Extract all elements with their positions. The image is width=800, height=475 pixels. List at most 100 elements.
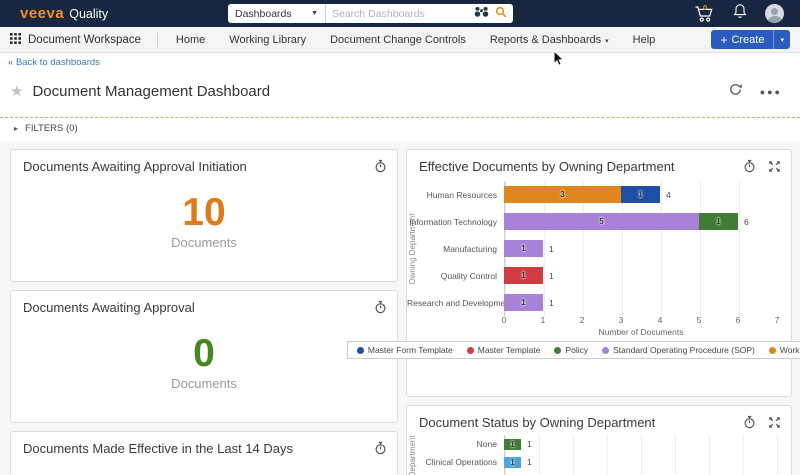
metric-unit: Documents (171, 376, 237, 392)
timer-icon[interactable] (374, 300, 387, 319)
x-tick-label: 5 (696, 315, 702, 326)
legend-dot-icon (602, 346, 610, 354)
legend-label: Policy (565, 345, 589, 356)
chart-row: Clinical Operations 1 1 (407, 453, 791, 471)
bar-total-label: 4 (666, 189, 671, 200)
category-label: Clinical Operations (425, 457, 497, 468)
card-title: Documents Made Effective in the Last 14 … (23, 441, 294, 457)
workspace-label: Document Workspace (28, 33, 141, 46)
legend-item[interactable]: Work Instruction (768, 345, 800, 355)
legend-item[interactable]: Standard Operating Procedure (SOP) (602, 345, 755, 355)
legend-item[interactable]: Master Form Template (356, 345, 453, 355)
chart-row: None 1 1 (407, 435, 791, 453)
bar-segment[interactable]: 1 (621, 186, 660, 204)
search-input[interactable] (326, 7, 474, 20)
dashboard-content: Documents Awaiting Approval Initiation 1… (0, 142, 800, 475)
category-label: Quality Control (440, 270, 497, 281)
nav-item-home[interactable]: Home (176, 34, 205, 46)
category-label: Manufacturing (443, 243, 497, 254)
favorite-star-icon[interactable]: ★ (10, 84, 23, 99)
veeva-wordmark: veeva (20, 5, 65, 22)
search-icon[interactable] (495, 5, 507, 23)
x-tick-label: 7 (774, 315, 780, 326)
global-search-bar: Dashboards ▼ (228, 4, 513, 23)
avatar-head (771, 7, 778, 15)
bar-segment[interactable]: 1 (504, 267, 543, 285)
x-tick-label: 3 (618, 315, 624, 326)
metric-value: 0 (193, 332, 215, 376)
refresh-icon[interactable] (729, 83, 742, 101)
page-title: Document Management Dashboard (32, 83, 271, 101)
more-menu-icon[interactable]: ●●● (760, 87, 782, 97)
cart-count-badge: 0 (703, 3, 708, 12)
chart-row: Human Resources 314 (407, 181, 791, 208)
bar-segment[interactable]: 1 (504, 294, 543, 312)
nav-item-help[interactable]: Help (633, 34, 656, 46)
effective-documents-chart: Owning Department Human Resources 3 1 4 Infor… (407, 181, 791, 339)
bar-segment[interactable]: 1 (504, 240, 543, 258)
timer-icon[interactable] (374, 159, 387, 178)
timer-icon[interactable] (374, 441, 387, 460)
chart-legend: Master Form Template Master Template Polic… (346, 341, 800, 360)
chart-row: Research and Development 1 1 (407, 289, 791, 316)
nav-item-document-change-controls[interactable]: Document Change Controls (330, 34, 466, 46)
legend-label: Standard Operating Procedure (SOP) (613, 345, 755, 356)
x-tick-label: 0 (501, 315, 507, 326)
category-label: None (476, 439, 497, 450)
nav-item-label: Reports & Dashboards (489, 33, 602, 46)
expand-icon[interactable] (768, 160, 781, 178)
back-row: « Back to dashboards (0, 53, 800, 69)
category-label: Human Resources (426, 189, 497, 200)
x-tick-label: 2 (579, 315, 585, 326)
veeva-logo: veeva Quality (20, 5, 108, 22)
nav-item-working-library[interactable]: Working Library (229, 34, 306, 46)
app-window: veeva Quality Dashboards ▼ Search Dashbo… (0, 0, 800, 475)
bar-segment[interactable]: 1 (504, 456, 521, 468)
expand-icon[interactable] (768, 416, 781, 434)
bar-segment[interactable]: 1 (504, 438, 521, 450)
metric-card-awaiting-approval: Documents Awaiting Approval 0 Documents (10, 290, 398, 424)
timer-icon[interactable] (743, 415, 756, 434)
create-dropdown-button[interactable]: ▾ (773, 30, 790, 49)
top-bar: veeva Quality Dashboards ▼ Search Dashbo… (0, 0, 800, 27)
notifications-bell-icon[interactable] (733, 3, 747, 24)
bar-segment[interactable]: 3 (504, 186, 621, 204)
nav-item-reports-dashboards[interactable]: Reports & Dashboards ▾ (490, 34, 609, 46)
document-status-chart: Owning Department None 1 1 Clinical Operatio… (407, 435, 791, 475)
category-label: Information Technology (409, 216, 497, 227)
cart-icon[interactable]: 0 (694, 3, 715, 23)
bar-total-label: 1 (549, 270, 554, 281)
bar-segment[interactable]: 5 (504, 213, 699, 231)
plus-icon: + (720, 32, 728, 47)
search-scope-select[interactable]: Dashboards ▼ (228, 4, 326, 23)
create-split-button: + Create ▾ (711, 30, 790, 49)
timer-icon[interactable] (743, 159, 756, 178)
legend-item[interactable]: Policy (554, 345, 588, 355)
legend-dot-icon (466, 346, 474, 354)
bar-total-label: 1 (527, 457, 532, 468)
legend-label: Master Template (477, 345, 541, 356)
legend-item[interactable]: Master Template (466, 345, 541, 356)
card-title: Documents Awaiting Approval (23, 300, 195, 316)
bar-total-label: 6 (744, 216, 749, 227)
legend-dot-icon (768, 346, 776, 354)
chart-card-document-status: Document Status by Owning Department Own… (406, 405, 792, 475)
binoculars-icon[interactable] (474, 5, 489, 23)
metric-unit: Documents (171, 235, 237, 251)
user-avatar[interactable] (765, 4, 784, 23)
chevron-down-icon: ▼ (311, 10, 318, 17)
app-grid-icon[interactable] (10, 32, 21, 47)
create-button[interactable]: + Create (711, 30, 773, 49)
x-tick-label: 4 (657, 315, 663, 326)
dashboard-title-row: ★ Document Management Dashboard ●●● (0, 69, 800, 119)
workspace-switcher[interactable]: Document Workspace (10, 32, 141, 47)
nav-divider (156, 32, 158, 47)
filters-toggle[interactable]: ▸ FILTERS (0) (0, 118, 800, 143)
bar-total-label: 1 (527, 439, 532, 450)
back-to-dashboards-link[interactable]: « Back to dashboards (8, 57, 100, 68)
metric-value: 10 (182, 191, 226, 235)
bar-total-label: 1 (549, 243, 554, 254)
bar-segment[interactable]: 1 (699, 213, 738, 231)
chart-row: Manufacturing 1 1 (407, 235, 791, 262)
filters-label: FILTERS (0) (25, 123, 78, 135)
